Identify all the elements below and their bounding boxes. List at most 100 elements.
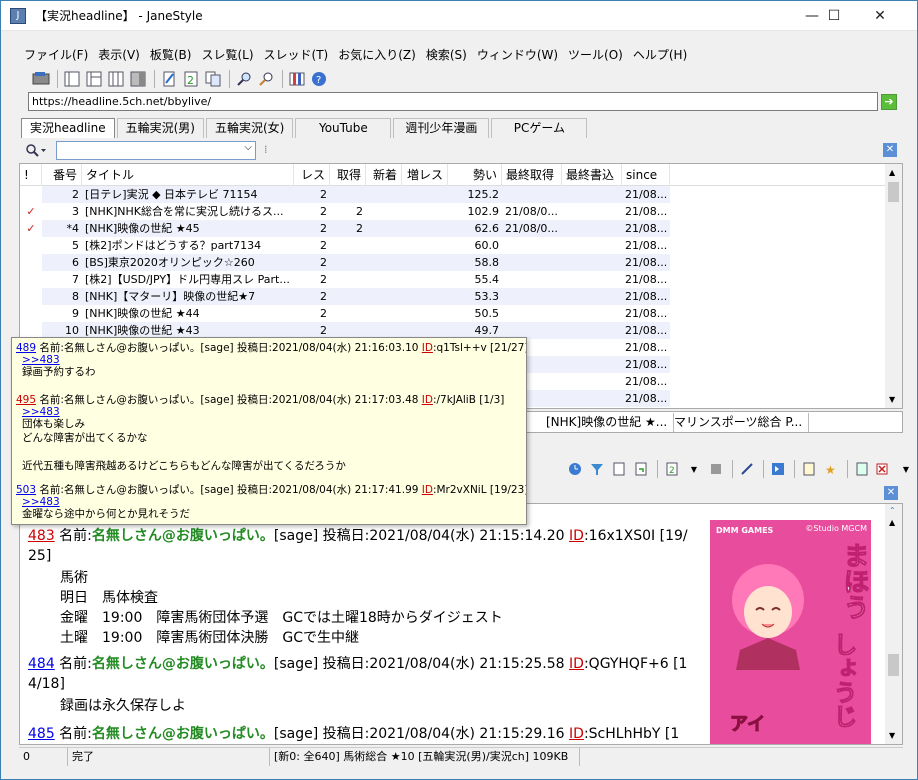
menu-file[interactable]: ファイル(F): [19, 45, 93, 65]
id-link[interactable]: ID: [422, 484, 433, 496]
id-link[interactable]: ID: [569, 656, 584, 672]
vertical-scrollbar[interactable]: ⌃ ▲ ▼: [885, 504, 902, 744]
scroll-top-icon[interactable]: ⌃: [889, 506, 896, 515]
thread-tab-nhk[interactable]: [NHK]映像の世紀 ★...: [540, 413, 675, 432]
go-button[interactable]: ➔: [881, 94, 897, 110]
close-icon[interactable]: ✕: [884, 486, 898, 500]
thread-row[interactable]: 2 [日テレ]実況 ◆ 日本テレビ 71154 2 125.2 21/08...: [20, 186, 686, 203]
delete-icon[interactable]: [874, 459, 894, 479]
write-icon[interactable]: [799, 459, 819, 479]
vertical-scrollbar[interactable]: ▲ ▼: [885, 164, 902, 408]
thread-cell-new: [366, 305, 402, 322]
scroll-up-icon[interactable]: ▲: [889, 168, 895, 177]
column-header[interactable]: since: [622, 164, 670, 186]
jump-icon[interactable]: [768, 459, 788, 479]
dropdown-arrow-icon[interactable]: ▼: [896, 459, 916, 479]
menu-thread[interactable]: スレッド(T): [259, 45, 334, 65]
layout-3-icon[interactable]: [106, 69, 126, 89]
copy-icon[interactable]: [203, 69, 223, 89]
board-tab-olympic-women[interactable]: 五輪実況(女): [206, 118, 294, 138]
scroll-down-icon[interactable]: ▼: [889, 395, 895, 404]
sync-icon[interactable]: [852, 459, 872, 479]
star-icon[interactable]: ★: [821, 459, 841, 479]
menu-board-list[interactable]: 板覧(B): [145, 45, 197, 65]
scroll-thumb[interactable]: [888, 654, 899, 676]
column-header[interactable]: レス: [294, 164, 330, 186]
find-icon[interactable]: [234, 69, 254, 89]
scroll-thumb[interactable]: [888, 182, 899, 202]
update-icon[interactable]: 2: [662, 459, 682, 479]
thread-row[interactable]: 9 [NHK]映像の世紀 ★44 2 50.5 21/08...: [20, 305, 686, 322]
ad-banner[interactable]: DMM GAMES ©Studio MGCM まほう しょうじ アイ: [710, 520, 871, 744]
splitter-handle[interactable]: ⁞: [264, 143, 268, 156]
thread-cell-res: 2: [294, 254, 330, 271]
filter-icon[interactable]: [587, 459, 607, 479]
post-meta: [sage] 投稿日:2021/08/04(水) 21:15:25.58: [273, 656, 570, 672]
search-icon[interactable]: [25, 143, 47, 163]
id-link[interactable]: ID: [422, 394, 433, 406]
board-tab-youtube[interactable]: YouTube: [295, 118, 392, 138]
thread-cell-got: [330, 305, 366, 322]
address-input[interactable]: https://headline.5ch.net/bbylive/: [28, 92, 878, 111]
thread-cell-num: 6: [42, 254, 82, 271]
post-number-link[interactable]: 484: [28, 656, 55, 672]
close-icon[interactable]: ✕: [883, 143, 897, 157]
thread-row[interactable]: 7 [株2]【USD/JPY】ドル円専用スレ Part... 2 55.4 21/08.…: [20, 271, 686, 288]
thread-cell-mark: [20, 271, 42, 288]
menu-tools[interactable]: ツール(O): [563, 45, 628, 65]
board-tab-pc-game[interactable]: PCゲーム: [491, 118, 588, 138]
board-tab-headline[interactable]: 実況headline: [21, 118, 115, 138]
board-tab-shonen-manga[interactable]: 週刊少年漫画: [393, 118, 490, 138]
thread-filter-combo[interactable]: ⌵: [56, 141, 256, 160]
thread-cell-inc: [402, 203, 448, 220]
column-header[interactable]: 取得: [330, 164, 366, 186]
column-header[interactable]: 最終取得: [502, 164, 562, 186]
thread-row[interactable]: 8 [NHK]【マターリ】映像の世紀★7 2 53.3 21/08...: [20, 288, 686, 305]
thread-row[interactable]: 5 [株2]ポンドはどうする？part7134 2 60.0 21/08...: [20, 237, 686, 254]
layout-2-icon[interactable]: [84, 69, 104, 89]
thread-cell-last_post: [562, 203, 622, 220]
thread-row[interactable]: ✓ 3 [NHK]NHK総合を常に実況し続けるス... 2 2 102.9 21/08/0.…: [20, 203, 686, 220]
column-header[interactable]: 増レス: [402, 164, 448, 186]
board-tree-icon[interactable]: [31, 69, 51, 89]
close-button[interactable]: ✕: [857, 1, 903, 31]
menu-view[interactable]: 表示(V): [93, 45, 145, 65]
layout-4-icon[interactable]: [128, 69, 148, 89]
id-link[interactable]: ID: [569, 726, 584, 742]
column-header[interactable]: 番号: [42, 164, 82, 186]
help-icon[interactable]: ?: [309, 69, 329, 89]
pen-icon[interactable]: [737, 459, 757, 479]
edit-icon[interactable]: [159, 69, 179, 89]
thread-row[interactable]: 6 [BS]東京2020オリンピック☆260 2 58.8 21/08...: [20, 254, 686, 271]
dropdown-arrow-icon[interactable]: ▼: [684, 459, 704, 479]
id-link[interactable]: ID: [569, 528, 584, 544]
post-number-link[interactable]: 485: [28, 726, 55, 742]
status-bar: 0 完了 [新0: 全640] 馬術総合 ★10 [五輪実況(男)/実況ch] …: [19, 747, 903, 766]
scroll-up-icon[interactable]: ▲: [889, 518, 895, 527]
layout-1-icon[interactable]: [62, 69, 82, 89]
menu-favorites[interactable]: お気に入り(Z): [333, 45, 421, 65]
maximize-button[interactable]: ☐: [811, 1, 857, 31]
reload-page-icon[interactable]: [631, 459, 651, 479]
bookmark-icon[interactable]: [287, 69, 307, 89]
post-number-link[interactable]: 483: [28, 528, 55, 544]
column-header[interactable]: 勢い: [448, 164, 502, 186]
thread-tab-marine[interactable]: マリンスポーツ総合 P...: [668, 413, 810, 432]
column-header[interactable]: 新着: [366, 164, 402, 186]
document-icon[interactable]: [609, 459, 629, 479]
clock-icon[interactable]: [565, 459, 585, 479]
thread-row[interactable]: ✓ *4 [NHK]映像の世紀 ★45 2 2 62.6 21/08/0... 21/08..…: [20, 220, 686, 237]
stop-icon[interactable]: [706, 459, 726, 479]
scroll-down-icon[interactable]: ▼: [889, 731, 895, 740]
column-header[interactable]: タイトル: [82, 164, 294, 186]
refresh-icon[interactable]: 2: [181, 69, 201, 89]
id-link[interactable]: ID: [422, 342, 433, 354]
board-tab-olympic-men[interactable]: 五輪実況(男): [116, 118, 204, 138]
menu-search[interactable]: 検索(S): [421, 45, 472, 65]
column-header[interactable]: 最終書込: [562, 164, 622, 186]
column-header[interactable]: !: [20, 164, 42, 186]
menu-thread-list[interactable]: スレ覧(L): [196, 45, 258, 65]
menu-help[interactable]: ヘルプ(H): [628, 45, 692, 65]
menu-window[interactable]: ウィンドウ(W): [472, 45, 563, 65]
search-icon[interactable]: [256, 69, 276, 89]
